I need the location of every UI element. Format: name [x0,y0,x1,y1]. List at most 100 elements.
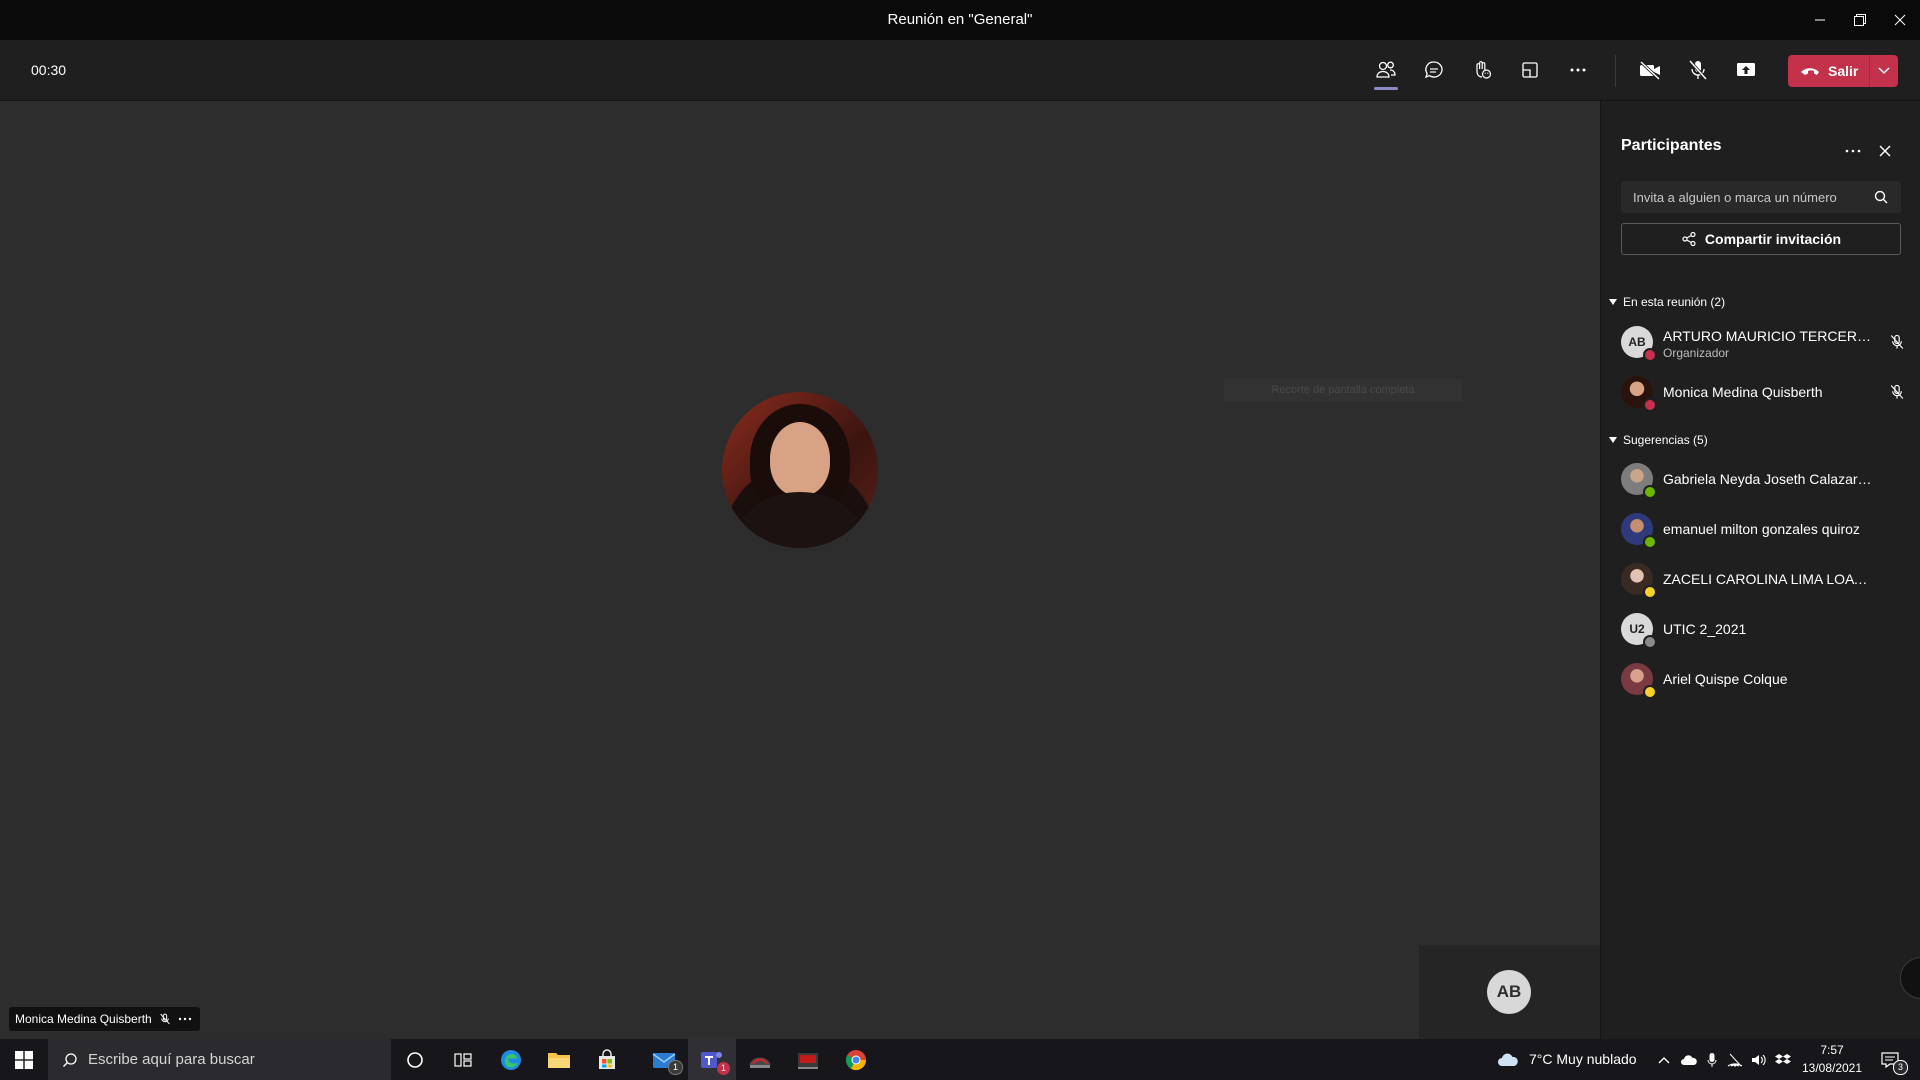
windows-taskbar: Escribe aquí para buscar 1 1 7°C Muy nub… [0,1039,1920,1080]
mic-off-icon [160,1013,170,1025]
leave-main[interactable]: Salir [1788,55,1869,87]
in-meeting-label: En esta reunión (2) [1623,295,1726,309]
suggestion-name: UTIC 2_2021 [1663,621,1747,637]
self-avatar: AB [1487,970,1531,1014]
cortana-button[interactable] [391,1039,439,1080]
task-view-icon [454,1052,472,1067]
share-invite-label: Compartir invitación [1704,231,1842,247]
participant-row[interactable]: Monica Medina Quisberth [1621,372,1911,412]
task-view-button[interactable] [439,1039,487,1080]
weather-widget[interactable] [1495,1039,1521,1080]
show-hidden-icons-button[interactable] [1654,1039,1674,1080]
minimize-button[interactable] [1800,0,1840,40]
participant-role: Organizador [1663,346,1730,360]
avatar-face [770,422,830,496]
search-icon [63,1052,77,1067]
cloudy-weather-icon [1498,1053,1518,1066]
clock-date: 13/08/2021 [1801,1061,1863,1075]
chat-button[interactable] [1414,50,1454,90]
restore-button[interactable] [1840,0,1880,40]
store-app[interactable] [583,1039,631,1080]
in-meeting-section-toggle[interactable]: En esta reunión (2) [1609,295,1725,309]
minimize-icon [1815,19,1825,21]
clock-time: 7:57 [1820,1043,1844,1057]
wifi-icon [1727,1053,1743,1067]
onedrive-tray[interactable] [1678,1039,1700,1080]
suggestions-section-toggle[interactable]: Sugerencias (5) [1609,433,1708,447]
suggestion-row[interactable]: Ariel Quispe Colque [1621,659,1911,699]
more-actions-button[interactable] [1558,50,1598,90]
chat-icon [1424,61,1443,79]
participant-mute-status [1887,332,1907,352]
suggestion-row[interactable]: ZACELI CAROLINA LIMA LOAYZA [1621,559,1911,599]
action-center-button[interactable]: 3 [1870,1039,1910,1080]
app-icon-epu1[interactable] [736,1039,784,1080]
panel-close-button[interactable] [1869,139,1901,163]
app-shortcut-icon [749,1057,771,1068]
status-available-dot [1643,485,1657,499]
participant-avatar-large [722,392,878,548]
suggestion-name: emanuel milton gonzales quiroz [1663,521,1860,537]
leave-label: Salir [1828,63,1859,79]
network-tray[interactable] [1724,1039,1746,1080]
file-explorer-app[interactable] [535,1039,583,1080]
participants-button[interactable] [1366,50,1406,90]
app-icon-epu2[interactable] [784,1039,832,1080]
mail-app[interactable]: 1 [641,1039,689,1080]
reactions-button[interactable] [1462,50,1502,90]
leave-options-button[interactable] [1870,55,1898,87]
share-invite-button[interactable]: Compartir invitación [1621,223,1901,255]
store-bag-icon [599,1048,615,1069]
microphone-tray[interactable] [1702,1039,1722,1080]
volume-tray[interactable] [1748,1039,1770,1080]
mic-off-icon [1688,60,1708,80]
mail-badge: 1 [668,1060,683,1075]
caret-down-icon [1609,299,1617,305]
suggestion-name: Ariel Quispe Colque [1663,671,1788,687]
leave-button[interactable]: Salir [1788,55,1898,87]
close-window-button[interactable] [1880,0,1920,40]
mic-toggle-button[interactable] [1678,50,1718,90]
chevron-down-icon [1878,67,1890,75]
edge-browser-icon [501,1049,521,1070]
people-icon [1376,61,1396,78]
invite-search-input[interactable] [1621,181,1869,213]
chrome-browser-icon [845,1049,867,1070]
suggestion-row[interactable]: U2 UTIC 2_2021 [1621,609,1911,649]
search-button[interactable] [1867,181,1895,213]
avatar-body [740,492,860,548]
suggestion-name: Gabriela Neyda Joseth Calazar Callis... [1663,471,1873,487]
status-available-dot [1643,535,1657,549]
weather-text[interactable]: 7°C Muy nublado [1529,1039,1637,1080]
teams-app[interactable]: 1 [688,1039,736,1080]
meeting-toolbar: 00:30 [0,40,1920,101]
close-icon [1879,145,1891,157]
system-clock[interactable]: 7:57 13/08/2021 [1787,1041,1877,1077]
status-offline-dot [1643,635,1657,649]
taskbar-search-box[interactable]: Escribe aquí para buscar [48,1039,391,1080]
more-horizontal-icon[interactable] [178,1013,192,1025]
invite-search-box[interactable] [1621,181,1901,213]
share-screen-icon [1737,63,1755,76]
share-screen-button[interactable] [1726,50,1766,90]
participant-row[interactable]: AB ARTURO MAURICIO TERCEROS ... Organiza… [1621,322,1911,362]
edge-app[interactable] [487,1039,535,1080]
participant-name: Monica Medina Quisberth [1663,384,1823,400]
camera-toggle-button[interactable] [1630,50,1670,90]
panel-more-button[interactable] [1837,139,1869,163]
self-video-tile[interactable]: AB [1419,945,1600,1039]
status-away-dot [1643,685,1657,699]
folder-icon [548,1052,570,1068]
status-away-dot [1643,585,1657,599]
chrome-app[interactable] [832,1039,880,1080]
speaker-icon [1752,1054,1766,1065]
suggestion-row[interactable]: emanuel milton gonzales quiroz [1621,509,1911,549]
cortana-circle-icon [407,1051,423,1068]
microphone-icon [1707,1052,1717,1067]
start-button[interactable] [0,1039,48,1080]
more-horizontal-icon [1570,68,1586,72]
suggestion-row[interactable]: Gabriela Neyda Joseth Calazar Callis... [1621,459,1911,499]
rooms-button[interactable] [1510,50,1550,90]
taskbar-search-placeholder: Escribe aquí para buscar [88,1051,255,1068]
window-title: Reunión en "General" [887,11,1033,28]
